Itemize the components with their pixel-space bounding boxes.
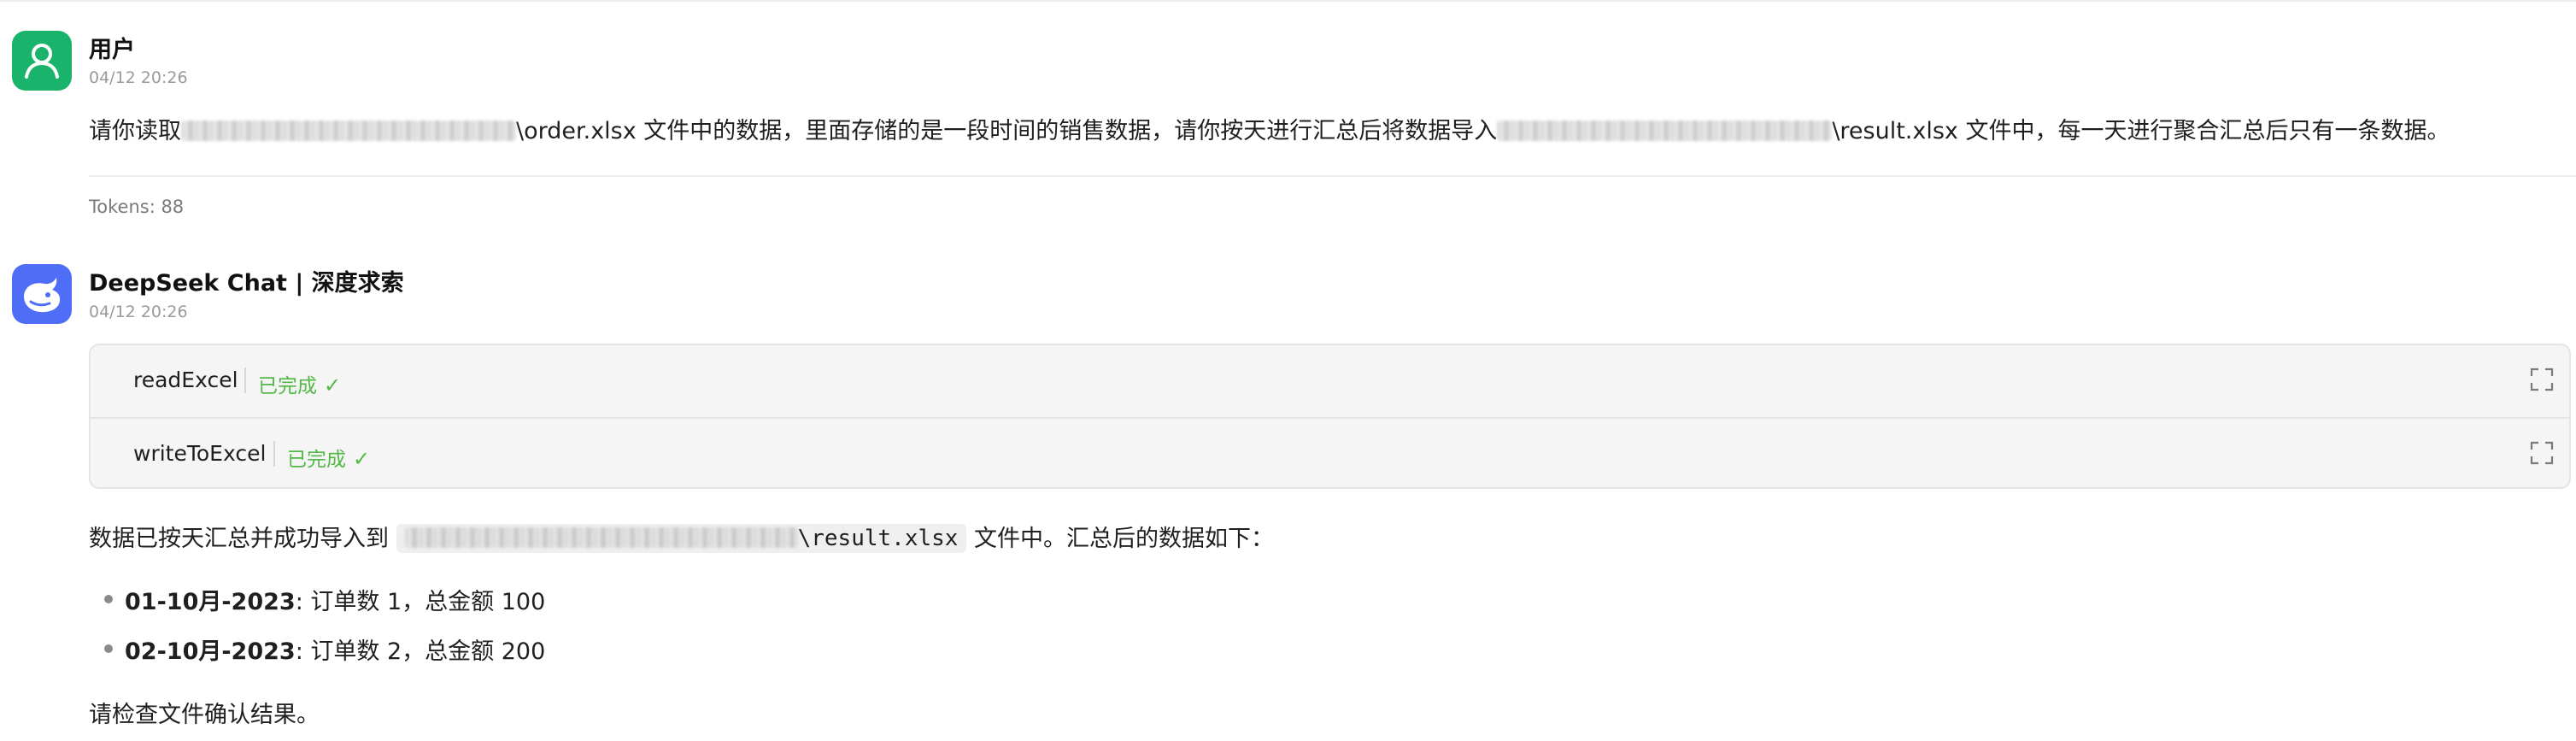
ai-summary-text: 数据已按天汇总并成功导入到 \result.xlsx 文件中。汇总后的数据如下： [89, 520, 1274, 553]
bullet-dot [104, 595, 113, 603]
result-path-code: \result.xlsx [396, 524, 967, 553]
tool-status-label: 已完成 [287, 449, 346, 471]
ai-timestamp: 04/12 20:26 [89, 303, 188, 321]
tool-call-row[interactable]: readExcel 已完成 ✓ [91, 345, 2569, 417]
redacted-path-2 [1497, 121, 1833, 141]
message-divider [89, 175, 2576, 177]
tool-separator [244, 368, 246, 393]
ai-avatar [12, 264, 72, 324]
user-text-part3: \result.xlsx 文件中，每一天进行聚合汇总后只有一条数据。 [1832, 118, 2450, 144]
ai-closing-text: 请检查文件确认结果。 [89, 702, 320, 728]
redacted-path-3 [404, 527, 798, 548]
tool-separator [273, 441, 275, 467]
tool-status: 已完成 ✓ [287, 443, 370, 472]
bullet-date: 01-10月-2023 [125, 589, 296, 615]
tool-calls-panel: readExcel 已完成 ✓ writeToExcel 已完成 ✓ [89, 344, 2571, 489]
top-divider [0, 0, 2576, 2]
tool-status-label: 已完成 [258, 375, 317, 397]
user-message-text: 请你读取 \order.xlsx 文件中的数据，里面存储的是一段时间的销售数据，请… [89, 112, 2450, 145]
user-avatar [12, 31, 72, 91]
user-timestamp: 04/12 20:26 [89, 68, 188, 87]
summary-part1: 数据已按天汇总并成功导入到 [89, 526, 389, 552]
ai-sender-name: DeepSeek Chat | 深度求索 [89, 270, 404, 297]
tool-call-row[interactable]: writeToExcel 已完成 ✓ [91, 417, 2569, 491]
token-count: Tokens: 88 [89, 197, 185, 217]
tool-name-readexcel: readExcel [133, 368, 238, 392]
check-icon: ✓ [324, 373, 342, 397]
user-sender-name: 用户 [89, 37, 135, 63]
redacted-path-1 [181, 121, 516, 141]
user-text-part1: 请你读取 [89, 118, 181, 144]
bullet-dot [104, 644, 113, 653]
bullet-detail: : 订单数 2，总金额 200 [295, 638, 546, 665]
bullet-date: 02-10月-2023 [125, 638, 296, 665]
summary-part2: 文件中。汇总后的数据如下： [974, 526, 1275, 552]
user-text-part2: \order.xlsx 文件中的数据，里面存储的是一段时间的销售数据，请你按天进… [516, 118, 1498, 144]
tool-name-writetoexcel: writeToExcel [133, 441, 267, 466]
bullet-detail: : 订单数 1，总金额 100 [295, 589, 546, 615]
user-icon [25, 44, 59, 79]
tool-status: 已完成 ✓ [258, 369, 341, 398]
deepseek-whale-icon [24, 278, 61, 313]
expand-icon[interactable] [2530, 368, 2554, 391]
check-icon: ✓ [353, 447, 371, 471]
expand-icon[interactable] [2530, 441, 2554, 465]
result-filename: \result.xlsx [797, 526, 959, 551]
